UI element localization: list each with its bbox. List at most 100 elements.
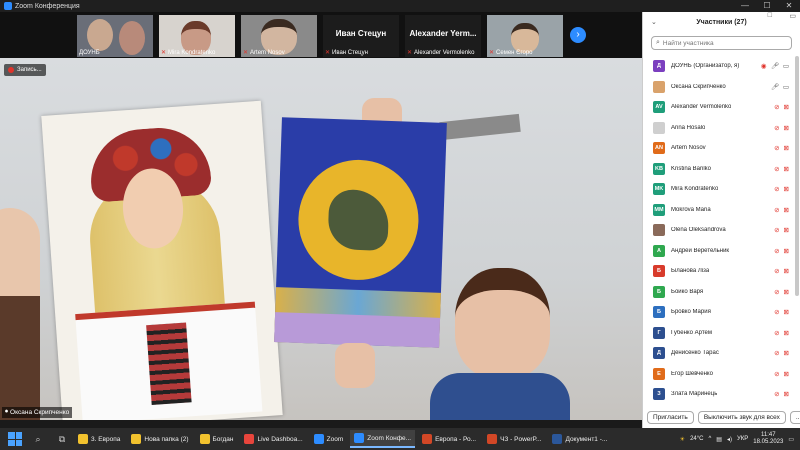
minimize-button[interactable]: — — [734, 0, 756, 12]
camera-off-icon: ⊠ — [783, 329, 789, 337]
collapse-chevron-icon[interactable]: ⌄ — [651, 18, 657, 26]
mic-off-icon: ✕ — [243, 50, 249, 56]
participant-row[interactable]: Е Егор Шевченко ⊘ ⊠ — [643, 364, 795, 385]
participant-row[interactable]: Б Бойко Варя ⊘ ⊠ — [643, 282, 795, 303]
app-icon — [354, 433, 365, 443]
mute-all-button[interactable]: Выключить звук для всех — [697, 410, 786, 424]
taskbar-app-button[interactable]: Богдан — [196, 430, 238, 448]
invite-button[interactable]: Пригласить — [647, 410, 694, 424]
close-window-button[interactable]: ✕ — [778, 0, 800, 12]
task-view-icon[interactable]: ⧉ — [55, 432, 69, 446]
taskbar-app-button[interactable]: Zoom Конфе... — [350, 430, 416, 448]
video-tile[interactable]: ДОУНБ — [76, 14, 154, 58]
volume-icon[interactable]: ◂) — [727, 436, 732, 443]
mic-off-icon: ⊘ — [774, 145, 780, 153]
participant-status-icons: ⊘ ⊠ — [774, 349, 789, 357]
participant-row[interactable]: KB Kristina Barilko ⊘ ⊠ — [643, 159, 795, 180]
mic-off-icon: ✕ — [325, 50, 331, 56]
more-button[interactable]: ... — [789, 410, 800, 424]
recording-label: Запись... — [17, 67, 42, 73]
taskbar-app-button[interactable]: ЧЗ - PowerP... — [483, 430, 545, 448]
participant-row[interactable]: AV Alexander Vermolenko ⊘ ⊠ — [643, 97, 795, 118]
mic-icon: 🎤︎ — [770, 63, 779, 71]
taskbar-app-button[interactable]: Документ1 -... — [548, 430, 611, 448]
participant-search[interactable]: ⌕ — [651, 36, 792, 50]
participant-row[interactable]: MK Mira Kondratenko ⊘ ⊠ — [643, 179, 795, 200]
participant-name: Губенко Артем — [671, 329, 712, 336]
camera-off-icon: ⊠ — [783, 186, 789, 194]
more-options-icon[interactable]: ▭ — [789, 12, 796, 20]
camera-off-icon: ⊠ — [783, 391, 789, 399]
participant-row[interactable]: Д Денисенко Тарас ⊘ ⊠ — [643, 343, 795, 364]
participant-row[interactable]: Оксана Скрипченко 🎤︎ ▭ — [643, 77, 795, 98]
network-icon[interactable]: ▤ — [716, 436, 722, 443]
language-indicator[interactable]: УКР — [737, 436, 748, 442]
taskbar-app-button[interactable]: Live Dashboa... — [240, 430, 306, 448]
participant-row[interactable]: Б Бровко Мария ⊘ ⊠ — [643, 302, 795, 323]
participant-status-icons: ⊘ ⊠ — [774, 247, 789, 255]
participant-row[interactable]: З Злата Маринець ⊘ ⊠ — [643, 384, 795, 402]
recording-indicator[interactable]: Запись... — [4, 64, 46, 76]
participant-scrollbar[interactable] — [795, 56, 799, 296]
mic-off-icon: ⊘ — [774, 329, 780, 337]
maximize-button[interactable]: ☐ — [756, 0, 778, 12]
mic-off-icon: ⊘ — [774, 227, 780, 235]
participant-name: Злата Маринець — [671, 391, 718, 398]
mic-off-icon: ⊘ — [774, 206, 780, 214]
participant-status-icons: ⊘ ⊠ — [774, 206, 789, 214]
title-bar: Zoom Конференция — ☐ ✕ — [0, 0, 800, 12]
avatar: Е — [653, 367, 665, 380]
popout-icon[interactable]: □ — [768, 12, 772, 19]
search-icon[interactable]: ⌕ — [31, 432, 45, 446]
clock[interactable]: 11:47 18.05.2023 — [753, 432, 783, 446]
participant-row[interactable]: Olena Oleksandrova ⊘ ⊠ — [643, 220, 795, 241]
weather-temp[interactable]: 24°C — [690, 436, 703, 442]
taskbar-app-button[interactable]: 3. Европа — [74, 430, 124, 448]
mic-off-icon: ⊘ — [774, 350, 780, 358]
participant-search-input[interactable] — [662, 39, 783, 47]
participant-row[interactable]: Arina Hosalo ⊘ ⊠ — [643, 118, 795, 139]
app-icon — [422, 434, 433, 444]
participant-row[interactable]: AN Artem Nosov ⊘ ⊠ — [643, 138, 795, 159]
weather-icon[interactable]: ☀ — [680, 436, 685, 443]
participant-status-icons: ⊘ ⊠ — [774, 288, 789, 296]
avatar — [653, 224, 665, 237]
taskbar-app-button[interactable]: Нова папка (2) — [127, 430, 192, 448]
participant-row[interactable]: MM Mokrova Maria ⊘ ⊠ — [643, 200, 795, 221]
painting-globe — [274, 117, 447, 348]
taskbar-app-button[interactable]: Zoom — [310, 430, 348, 448]
participant-status-icons: ⊘ ⊠ — [774, 226, 789, 234]
tile-big-name: Иван Стецун — [335, 29, 387, 38]
participant-row[interactable]: А Андрей Веретельник ⊘ ⊠ — [643, 241, 795, 262]
window-controls: — ☐ ✕ — [734, 0, 800, 12]
tile-big-name: Alexander Yerm... — [409, 29, 477, 38]
participant-status-icons: ⊘ ⊠ — [774, 103, 789, 111]
video-tile[interactable]: Иван Стецун ✕ Иван Стецун — [322, 14, 400, 58]
tray-chevron-icon[interactable]: ^ — [708, 436, 711, 442]
avatar: MM — [653, 203, 665, 216]
clock-time: 11:47 — [761, 432, 776, 438]
notifications-icon[interactable]: ▭ — [788, 436, 794, 443]
mic-off-icon: ⊘ — [774, 288, 780, 296]
painting-girl-wreath — [41, 100, 283, 420]
participant-name: Егор Шевченко — [671, 370, 713, 377]
app-icon — [552, 434, 563, 444]
next-page-arrow-icon[interactable]: › — [570, 27, 586, 43]
camera-off-icon: ⊠ — [783, 350, 789, 358]
mic-off-icon: ⊘ — [774, 104, 780, 112]
video-tile[interactable]: ✕ Artem Nosov — [240, 14, 318, 58]
windows-start-icon[interactable] — [8, 432, 22, 446]
participant-row[interactable]: Г Губенко Артем ⊘ ⊠ — [643, 323, 795, 344]
participant-row[interactable]: Д ДОУНБ (Организатор, я) ◉ 🎤︎ ▭ — [643, 56, 795, 77]
video-tile[interactable]: Alexander Yerm... ✕ Alexander Vermolenko — [404, 14, 482, 58]
participant-name: ДОУНБ (Организатор, я) — [671, 63, 740, 70]
video-tile[interactable]: ✕ Семен Єгоро — [486, 14, 564, 58]
participant-status-icons: ⊘ ⊠ — [774, 124, 789, 132]
record-dot-icon — [8, 67, 14, 73]
avatar: Д — [653, 347, 665, 360]
taskbar-app-button[interactable]: Европа - Ро... — [418, 430, 480, 448]
camera-off-icon: ⊠ — [783, 268, 789, 276]
video-tile[interactable]: ✕ Mira Kondratenko — [158, 14, 236, 58]
participant-row[interactable]: Б Біланова Ліза ⊘ ⊠ — [643, 261, 795, 282]
panel-footer: Пригласить Выключить звук для всех ... — [647, 410, 800, 424]
